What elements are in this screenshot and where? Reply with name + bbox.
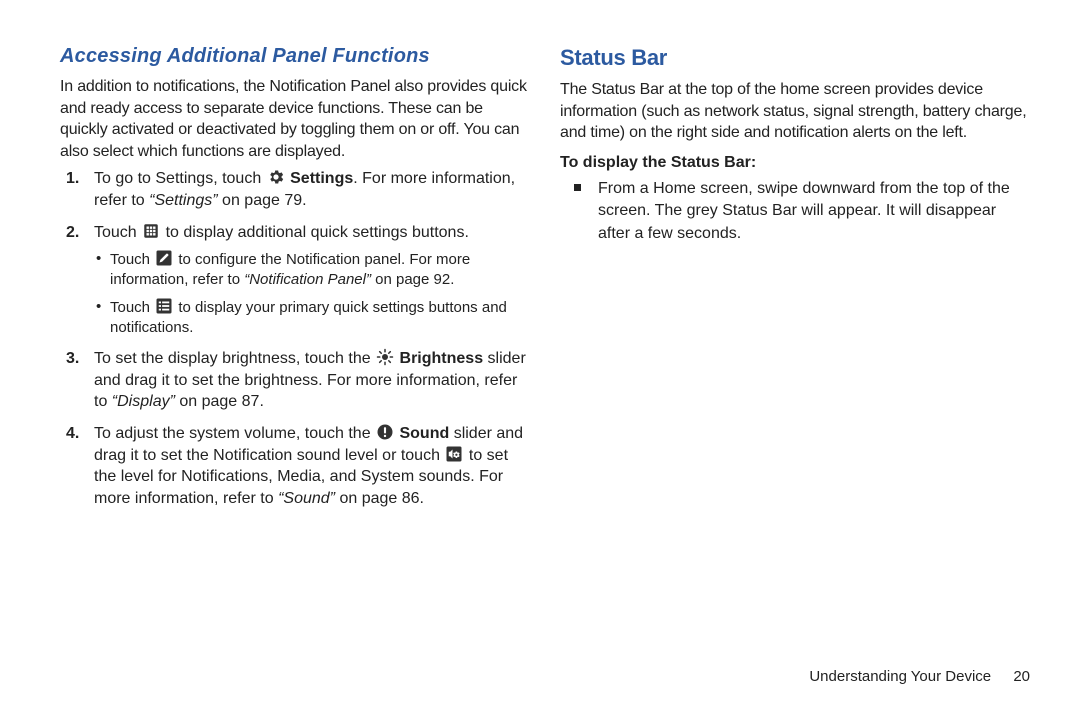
pencil-icon xyxy=(155,249,173,267)
text: To go to Settings, touch xyxy=(94,170,266,187)
sound-label: Sound xyxy=(399,425,449,442)
step-1: 1. To go to Settings, touch Settings. Fo… xyxy=(60,168,530,211)
right-bullet-1: From a Home screen, swipe downward from … xyxy=(574,178,1030,245)
steps-list: 1. To go to Settings, touch Settings. Fo… xyxy=(60,168,530,509)
text: To set the display brightness, touch the xyxy=(94,350,375,367)
right-heading: Status Bar xyxy=(560,45,1030,71)
text: To adjust the system volume, touch the xyxy=(94,425,375,442)
step-4: 4. To adjust the system volume, touch th… xyxy=(60,423,530,509)
two-column-layout: Accessing Additional Panel Functions In … xyxy=(60,45,1030,519)
grid-icon xyxy=(142,222,160,240)
step-2: 2. Touch to display additional quick set… xyxy=(60,222,530,339)
text: Touch xyxy=(110,251,154,268)
list-icon xyxy=(155,297,173,315)
right-bullets: From a Home screen, swipe downward from … xyxy=(574,178,1030,245)
sound-settings-icon xyxy=(445,445,463,463)
brightness-label: Brightness xyxy=(400,350,484,367)
right-subhead: To display the Status Bar: xyxy=(560,154,1030,172)
ref-settings: “Settings” xyxy=(149,192,217,209)
footer-page-number: 20 xyxy=(1013,668,1030,685)
step-2b: Touch to display your primary quick sett… xyxy=(94,297,530,339)
brightness-icon xyxy=(376,348,394,366)
sound-icon xyxy=(376,423,394,441)
text: to display additional quick settings but… xyxy=(166,224,469,241)
step-number: 3. xyxy=(66,348,79,370)
text: on page 92. xyxy=(371,271,454,288)
text: Touch xyxy=(110,299,154,316)
text: on page 87. xyxy=(175,393,264,410)
footer-section: Understanding Your Device xyxy=(809,668,991,685)
left-column: Accessing Additional Panel Functions In … xyxy=(60,45,530,519)
step-2-sublist: Touch to configure the Notification pane… xyxy=(94,249,530,338)
left-intro: In addition to notifications, the Notifi… xyxy=(60,76,530,162)
right-column: Status Bar The Status Bar at the top of … xyxy=(560,45,1030,519)
page-footer: Understanding Your Device 20 xyxy=(809,668,1030,685)
manual-page: Accessing Additional Panel Functions In … xyxy=(0,0,1080,720)
text: on page 86. xyxy=(335,490,424,507)
step-3: 3. To set the display brightness, touch … xyxy=(60,348,530,413)
step-number: 4. xyxy=(66,423,79,445)
step-number: 2. xyxy=(66,222,79,244)
gear-icon xyxy=(267,168,285,186)
right-intro: The Status Bar at the top of the home sc… xyxy=(560,79,1030,144)
step-number: 1. xyxy=(66,168,79,190)
settings-label: Settings xyxy=(290,170,353,187)
ref-display: “Display” xyxy=(112,393,175,410)
ref-sound: “Sound” xyxy=(278,490,335,507)
text: on page 79. xyxy=(218,192,307,209)
text: Touch xyxy=(94,224,141,241)
ref-notification-panel: “Notification Panel” xyxy=(244,271,371,288)
left-heading: Accessing Additional Panel Functions xyxy=(60,45,530,68)
step-2a: Touch to configure the Notification pane… xyxy=(94,249,530,291)
